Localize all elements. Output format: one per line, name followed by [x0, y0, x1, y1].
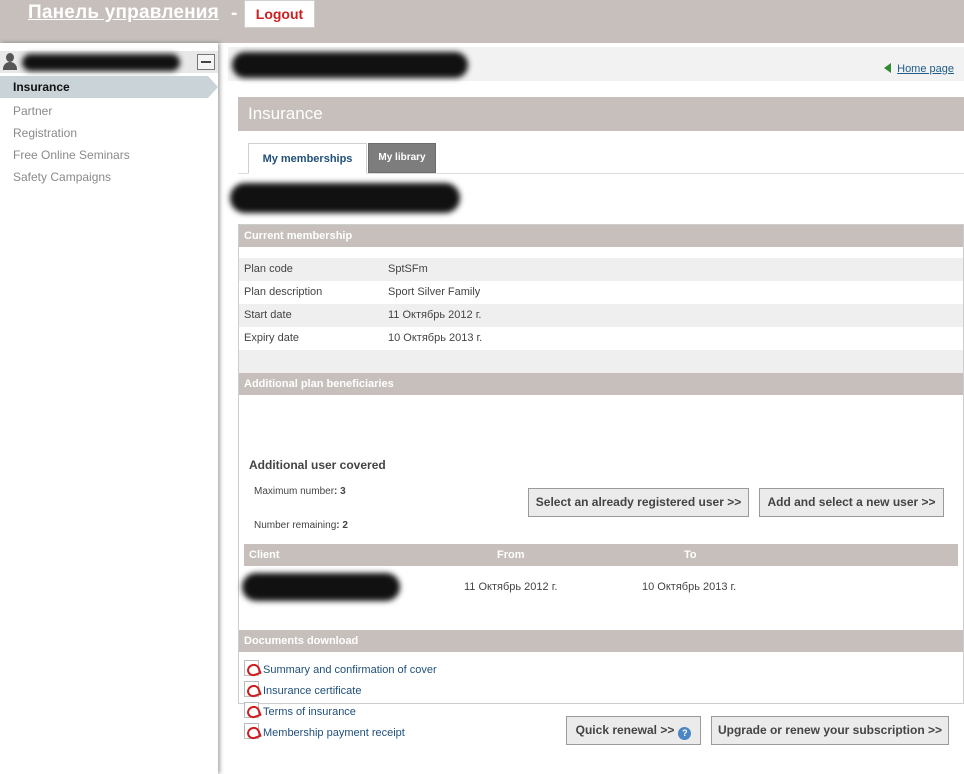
expiry-date-label: Expiry date	[244, 332, 300, 344]
title-separator: -	[231, 3, 238, 24]
column-from: From	[497, 549, 525, 561]
quick-renewal-label: Quick renewal >>	[575, 723, 675, 737]
maximum-number-label: Maximum number	[254, 486, 335, 497]
main-content: Home page Insurance My memberships My li…	[218, 43, 964, 774]
select-registered-user-button[interactable]: Select an already registered user >>	[528, 488, 749, 517]
membership-row: Plan code SptSFm	[239, 258, 963, 281]
membership-spacer-row	[239, 350, 963, 373]
collapse-button[interactable]	[197, 54, 215, 70]
add-new-user-button[interactable]: Add and select a new user >>	[759, 488, 944, 517]
sidebar-item-registration[interactable]: Registration	[13, 126, 77, 140]
additional-user-title: Additional user covered	[249, 458, 386, 472]
section-title: Insurance	[238, 97, 964, 131]
beneficiaries-header: Additional plan beneficiaries	[239, 373, 963, 395]
maximum-number: Maximum number: 3	[254, 486, 346, 497]
document-terms-label[interactable]: Terms of insurance	[263, 706, 356, 718]
document-receipt-label[interactable]: Membership payment receipt	[263, 727, 405, 739]
plan-description-value: Sport Silver Family	[388, 286, 481, 298]
membership-row: Expiry date 10 Октябрь 2013 г.	[239, 327, 963, 350]
maximum-number-value: 3	[340, 486, 346, 497]
documents-header: Documents download	[239, 630, 963, 652]
number-remaining: Number remaining: 2	[254, 520, 348, 531]
membership-panel: Current membership Plan code SptSFm Plan…	[238, 224, 964, 739]
home-page-label: Home page	[897, 63, 954, 75]
membership-row: Plan description Sport Silver Family	[239, 281, 963, 304]
sidebar-item-partner[interactable]: Partner	[13, 104, 52, 118]
sidebar: Insurance Partner Registration Free Onli…	[0, 43, 218, 774]
expiry-date-value: 10 Октябрь 2013 г.	[388, 332, 483, 344]
pdf-icon	[244, 702, 259, 718]
tab-my-memberships[interactable]: My memberships	[248, 143, 367, 174]
plan-description-label: Plan description	[244, 286, 323, 298]
back-arrow-icon	[884, 63, 892, 73]
current-membership-header: Current membership	[239, 225, 963, 247]
quick-renewal-button[interactable]: Quick renewal >>?	[566, 716, 701, 745]
top-bar: Панель управления - Logout	[0, 0, 964, 43]
redacted-member-name	[230, 183, 460, 213]
help-icon[interactable]: ?	[678, 727, 692, 740]
client-from-date: 11 Октябрь 2012 г.	[464, 581, 558, 593]
sidebar-item-safety-campaigns[interactable]: Safety Campaigns	[13, 170, 111, 184]
plan-code-value: SptSFm	[388, 263, 428, 275]
pdf-icon	[244, 723, 259, 739]
pdf-icon	[244, 660, 259, 676]
number-remaining-value: 2	[342, 520, 348, 531]
sidebar-item-insurance[interactable]: Insurance	[0, 76, 218, 98]
start-date-label: Start date	[244, 309, 292, 321]
redacted-username	[22, 54, 180, 71]
start-date-value: 11 Октябрь 2012 г.	[388, 309, 482, 321]
sidebar-user-row	[0, 51, 218, 73]
user-icon	[2, 53, 18, 71]
upgrade-renew-button[interactable]: Upgrade or renew your subscription >>	[711, 716, 949, 745]
client-table-header: Client From To	[244, 544, 958, 566]
app-title-link[interactable]: Панель управления	[28, 2, 219, 24]
redacted-user-fullname	[232, 52, 468, 78]
redacted-client-name	[242, 573, 400, 601]
sidebar-item-free-online-seminars[interactable]: Free Online Seminars	[13, 148, 130, 162]
client-to-date: 10 Октябрь 2013 г.	[642, 581, 737, 593]
user-strip: Home page	[228, 47, 964, 81]
document-certificate-label[interactable]: Insurance certificate	[263, 685, 361, 697]
column-client: Client	[249, 549, 280, 561]
column-to: To	[684, 549, 697, 561]
membership-row: Start date 11 Октябрь 2012 г.	[239, 304, 963, 327]
tab-my-library[interactable]: My library	[368, 143, 436, 173]
plan-code-label: Plan code	[244, 263, 293, 275]
number-remaining-label: Number remaining	[254, 520, 337, 531]
pdf-icon	[244, 681, 259, 697]
home-page-link[interactable]: Home page	[884, 63, 954, 75]
logout-button[interactable]: Logout	[244, 0, 315, 28]
document-summary-label[interactable]: Summary and confirmation of cover	[263, 664, 437, 676]
